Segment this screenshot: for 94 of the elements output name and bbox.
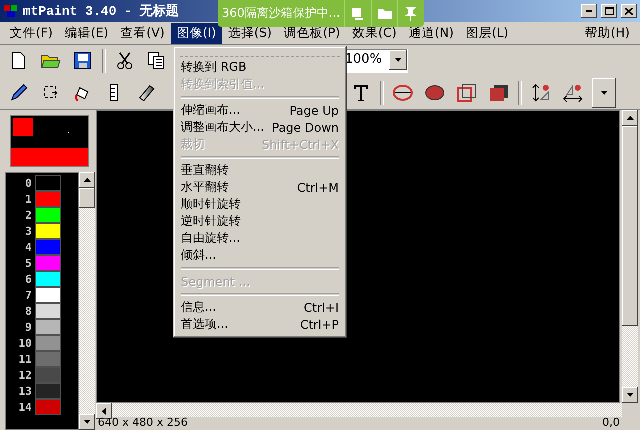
app-icon — [3, 3, 19, 19]
menu-item[interactable]: 图层(L) — [460, 22, 515, 44]
color-swatch[interactable] — [35, 335, 61, 351]
color-swatch[interactable] — [35, 271, 61, 287]
menu-entry[interactable]: 逆时针旋转 — [177, 213, 343, 230]
menu-item[interactable]: 查看(V) — [114, 22, 171, 44]
rectangle-outline-icon — [457, 84, 477, 102]
dropdown-button[interactable] — [389, 50, 407, 70]
down-arrow-icon — [394, 58, 402, 62]
page-icon — [11, 52, 27, 70]
cursor-position-status: 0,0 — [602, 417, 620, 429]
palette-index: 8 — [24, 304, 33, 318]
menu-entry[interactable]: 倾斜... — [177, 247, 343, 264]
menu-entry[interactable]: 信息... Ctrl+I — [177, 299, 343, 316]
color-swatch[interactable] — [35, 175, 61, 191]
down-arrow-icon — [600, 91, 608, 95]
color-swatch[interactable] — [35, 351, 61, 367]
color-swatch[interactable] — [35, 255, 61, 271]
image-size-status: 640 x 480 x 256 — [98, 417, 188, 429]
menu-entry[interactable]: 转换到 RGB — [177, 59, 343, 76]
sandbox-bar: 360隔离沙箱保护中... — [218, 0, 424, 27]
palette-index: 0 — [24, 176, 33, 190]
color-swatch[interactable] — [35, 207, 61, 223]
color-swatch[interactable] — [35, 367, 61, 383]
folder-icon — [376, 7, 393, 20]
menu-entry[interactable]: 水平翻转 Ctrl+M — [177, 179, 343, 196]
vertical-arrows-icon — [531, 84, 551, 102]
minimize-button[interactable] — [581, 4, 597, 18]
maximize-button[interactable] — [601, 4, 617, 18]
menu-item[interactable]: 帮助(H) — [578, 22, 636, 44]
palette-index: 5 — [24, 256, 33, 270]
palette-index: 1 — [24, 192, 33, 206]
menu-entry[interactable]: 顺时针旋转 — [177, 196, 343, 213]
color-swatch[interactable] — [35, 383, 61, 399]
palette-index: 12 — [18, 368, 33, 382]
menu-entry[interactable]: 自由旋转... — [177, 230, 343, 247]
left-arrow-icon — [102, 408, 106, 414]
scroll-up-button[interactable] — [622, 110, 638, 126]
color-swatch[interactable] — [35, 319, 61, 335]
up-arrow-icon — [626, 116, 634, 120]
scroll-thumb[interactable] — [622, 126, 638, 326]
scroll-up-button[interactable] — [79, 172, 95, 188]
color-swatch[interactable] — [35, 191, 61, 207]
down-arrow-icon — [626, 393, 634, 397]
color-swatch[interactable] — [35, 399, 61, 415]
color-swatch[interactable] — [35, 303, 61, 319]
palette-index: 3 — [24, 224, 33, 238]
menu-entry[interactable]: 首选项... Ctrl+P — [177, 316, 343, 333]
menu-entry[interactable]: 调整画布大小... Page Down — [177, 119, 343, 136]
up-arrow-icon — [84, 178, 90, 182]
palette-index: 7 — [24, 288, 33, 302]
palette-index: 9 — [24, 320, 33, 334]
copy-icon — [148, 52, 166, 70]
minimize-icon — [586, 10, 592, 12]
scissors-icon — [116, 52, 134, 70]
palette-index: 2 — [24, 208, 33, 222]
folder-icon — [41, 53, 61, 69]
scroll-down-button[interactable] — [622, 387, 638, 403]
scrollbar[interactable] — [622, 110, 638, 403]
scrollbar[interactable] — [79, 172, 95, 430]
ruler-icon — [110, 84, 120, 102]
color-swatch[interactable] — [35, 223, 61, 239]
horizontal-arrows-icon — [563, 84, 583, 102]
menu-entry[interactable]: 伸缩画布... Page Up — [177, 102, 343, 119]
gradient-icon — [138, 84, 156, 102]
pencil-icon — [10, 84, 28, 102]
scrollbar[interactable] — [96, 403, 622, 417]
down-arrow-icon — [84, 420, 90, 424]
palette-index: 10 — [18, 336, 33, 350]
palette-index: 6 — [24, 272, 33, 286]
menu-item[interactable]: 文件(F) — [4, 22, 59, 44]
color-swatch[interactable] — [35, 287, 61, 303]
palette-index: 4 — [24, 240, 33, 254]
monitor-icon — [351, 6, 366, 20]
menu-item[interactable]: 编辑(E) — [58, 22, 115, 44]
ellipse-outline-icon — [392, 84, 414, 102]
more-tools-button[interactable] — [592, 78, 616, 108]
pin-icon — [405, 6, 418, 20]
palette-index: 14 — [18, 400, 33, 414]
close-icon — [625, 8, 633, 14]
color-swatch[interactable] — [35, 239, 61, 255]
scroll-thumb[interactable] — [79, 188, 95, 208]
text-icon — [353, 84, 369, 102]
menu-item[interactable]: 图像(I) — [170, 22, 222, 44]
scroll-left-button[interactable] — [96, 403, 112, 419]
filled-ellipse-icon — [424, 84, 446, 102]
window-title: mtPaint 3.40 - 无标题 — [23, 3, 180, 20]
palette-index: 13 — [18, 384, 33, 398]
close-button[interactable] — [621, 4, 637, 18]
filled-rectangle-icon — [489, 84, 509, 102]
maximize-icon — [604, 7, 614, 15]
palette-index: 11 — [18, 352, 33, 366]
menu-entry[interactable]: 垂直翻转 — [177, 162, 343, 179]
scroll-down-button[interactable] — [79, 414, 95, 430]
